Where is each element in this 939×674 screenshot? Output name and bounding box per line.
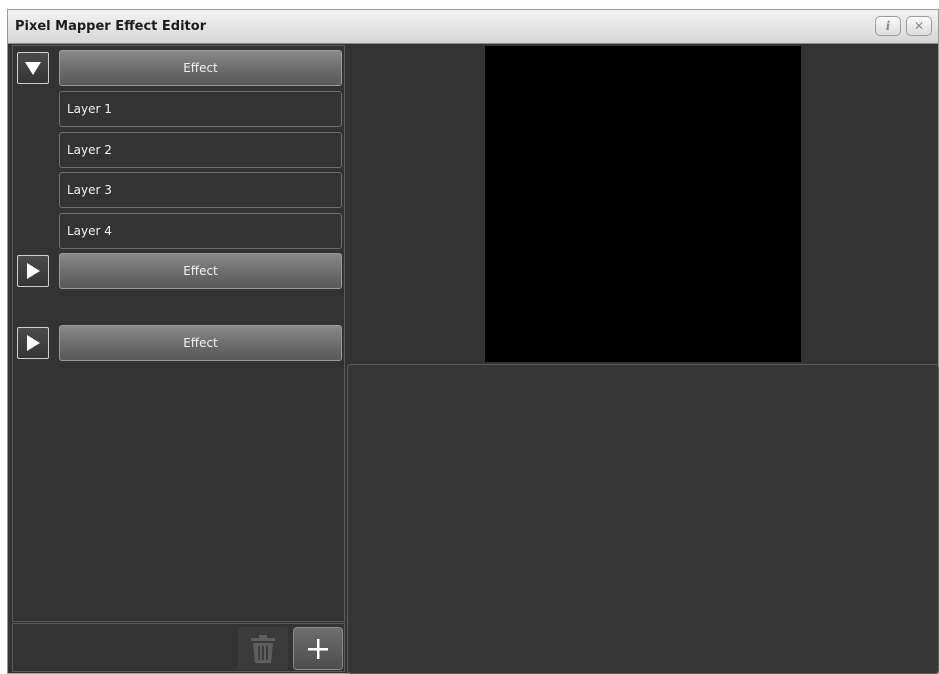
layer-3-item[interactable]: Layer 3	[59, 172, 342, 208]
layer-4-item[interactable]: Layer 4	[59, 213, 342, 249]
layer-settings-panel	[347, 364, 939, 674]
effect-1-collapse-toggle[interactable]	[17, 52, 49, 84]
pixel-mapper-effect-editor-window: Pixel Mapper Effect Editor i ✕ Effect La…	[7, 9, 939, 674]
effect-2-button[interactable]: Effect	[59, 253, 342, 289]
close-button[interactable]: ✕	[906, 16, 932, 36]
close-icon: ✕	[913, 19, 925, 33]
window-title: Pixel Mapper Effect Editor	[15, 19, 207, 34]
effect-preview-canvas	[485, 46, 801, 362]
add-button[interactable]	[293, 627, 343, 670]
title-bar: Pixel Mapper Effect Editor i ✕	[8, 10, 938, 44]
effect-1-button[interactable]: Effect	[59, 50, 342, 86]
triangle-right-icon	[27, 335, 40, 351]
effect-3-expand-toggle[interactable]	[17, 327, 49, 359]
layer-2-item[interactable]: Layer 2	[59, 132, 342, 168]
triangle-down-icon	[25, 62, 41, 75]
effect-3-button[interactable]: Effect	[59, 325, 342, 361]
plus-icon	[308, 639, 328, 659]
info-icon: i	[885, 19, 891, 33]
info-button[interactable]: i	[875, 16, 901, 36]
triangle-right-icon	[27, 263, 40, 279]
effects-toolbar	[12, 623, 345, 672]
delete-button[interactable]	[238, 627, 288, 670]
trash-icon	[251, 635, 275, 663]
effect-2-expand-toggle[interactable]	[17, 255, 49, 287]
effects-list-panel: Effect Layer 1 Layer 2 Layer 3 Layer 4 E…	[12, 45, 345, 622]
layer-1-item[interactable]: Layer 1	[59, 91, 342, 127]
